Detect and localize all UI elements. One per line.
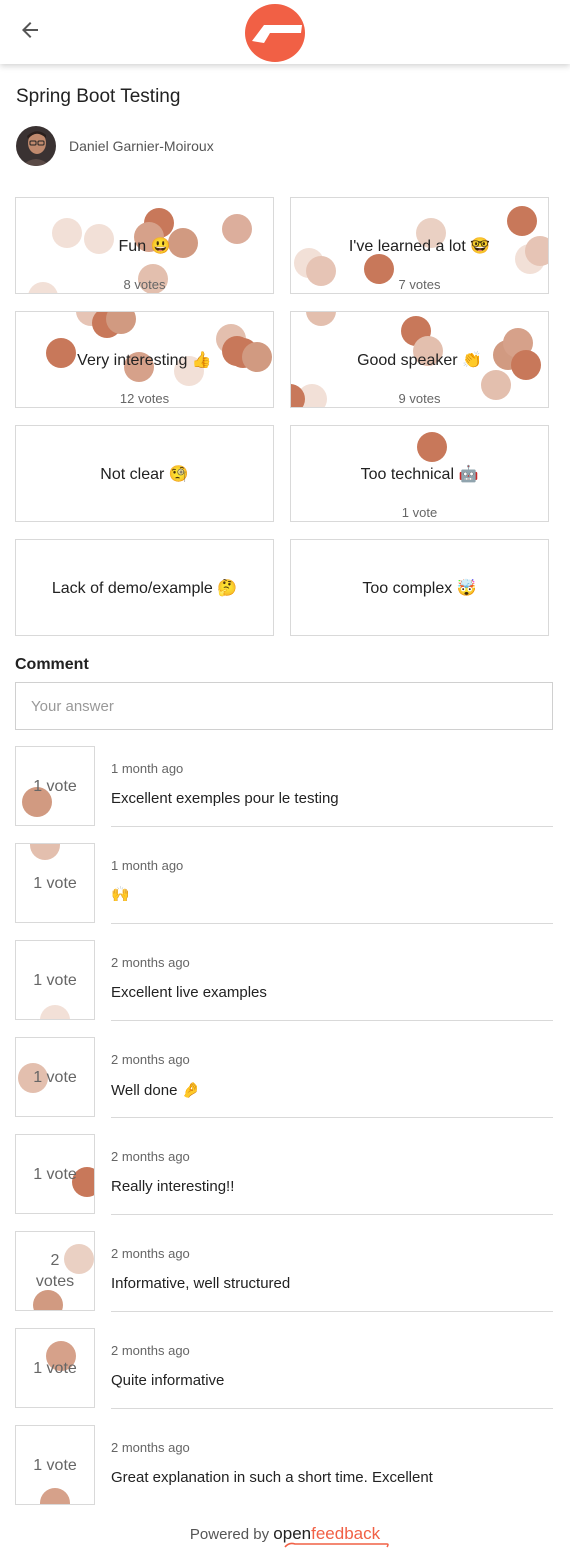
divider bbox=[111, 1117, 553, 1118]
vote-label: Lack of demo/example 🤔 bbox=[51, 580, 238, 597]
comment-vote-count: 2 votes bbox=[35, 1252, 75, 1290]
vote-count: 1 vote bbox=[401, 505, 438, 520]
comment-time: 2 months ago bbox=[111, 1246, 190, 1261]
comment-time: 2 months ago bbox=[111, 955, 190, 970]
divider bbox=[111, 1408, 553, 1409]
comment-vote-button[interactable]: 1 vote bbox=[15, 1037, 95, 1117]
vote-count: 7 votes bbox=[398, 277, 441, 292]
comment-vote-count: 1 vote bbox=[33, 1068, 77, 1086]
comment-vote-count: 1 vote bbox=[33, 1165, 77, 1183]
speaker[interactable]: Daniel Garnier-Moiroux bbox=[16, 126, 214, 166]
comment-time: 2 months ago bbox=[111, 1149, 190, 1164]
vote-very-interesting[interactable]: Very interesting 👍 12 votes bbox=[15, 311, 274, 408]
openfeedback-logo-icon[interactable] bbox=[244, 3, 306, 63]
comment-heading: Comment bbox=[15, 656, 89, 673]
comment-vote-count: 1 vote bbox=[33, 777, 77, 795]
divider bbox=[111, 826, 553, 827]
openfeedback-link[interactable]: openfeedback bbox=[273, 1524, 390, 1548]
comment-vote-count: 1 vote bbox=[33, 971, 77, 989]
comment-time: 2 months ago bbox=[111, 1052, 190, 1067]
vote-not-clear[interactable]: Not clear 🧐 bbox=[15, 425, 274, 522]
comment-text: Excellent exemples pour le testing bbox=[111, 790, 339, 807]
comment-vote-button[interactable]: 1 vote bbox=[15, 746, 95, 826]
comment-time: 1 month ago bbox=[111, 761, 184, 776]
comment-vote-button[interactable]: 1 vote bbox=[15, 940, 95, 1020]
comment-text: Great explanation in such a short time. … bbox=[111, 1469, 433, 1486]
comment-vote-button[interactable]: 2 votes bbox=[15, 1231, 95, 1311]
speaker-name: Daniel Garnier-Moiroux bbox=[69, 138, 214, 154]
talk-title: Spring Boot Testing bbox=[16, 86, 181, 107]
comment-vote-count: 1 vote bbox=[33, 1456, 77, 1474]
divider bbox=[111, 1020, 553, 1021]
footer: Powered by openfeedback bbox=[0, 1524, 570, 1548]
divider bbox=[111, 1214, 553, 1215]
comment-text: Informative, well structured bbox=[111, 1275, 291, 1292]
comment-text: Well done 🤌 bbox=[111, 1082, 201, 1099]
comment-text: Really interesting!! bbox=[111, 1178, 235, 1195]
vote-label: Good speaker 👏 bbox=[357, 352, 482, 369]
comment-text: Excellent live examples bbox=[111, 984, 267, 1001]
comment-time: 1 month ago bbox=[111, 858, 184, 873]
vote-label: I've learned a lot 🤓 bbox=[348, 238, 491, 255]
vote-label: Fun 😃 bbox=[118, 238, 171, 255]
vote-good-speaker[interactable]: Good speaker 👏 9 votes bbox=[290, 311, 549, 408]
vote-fun[interactable]: Fun 😃 8 votes bbox=[15, 197, 274, 294]
comment-time: 2 months ago bbox=[111, 1343, 190, 1358]
divider bbox=[111, 1311, 553, 1312]
comment-vote-button[interactable]: 1 vote bbox=[15, 1134, 95, 1214]
powered-by-label: Powered by bbox=[189, 1526, 270, 1543]
avatar bbox=[16, 126, 56, 166]
comment-vote-count: 1 vote bbox=[33, 1359, 77, 1377]
comment-vote-count: 1 vote bbox=[33, 874, 77, 892]
divider bbox=[111, 923, 553, 924]
comment-vote-button[interactable]: 1 vote bbox=[15, 1328, 95, 1408]
vote-learned[interactable]: I've learned a lot 🤓 7 votes bbox=[290, 197, 549, 294]
vote-label: Too complex 🤯 bbox=[362, 580, 477, 597]
vote-lack-of-demo[interactable]: Lack of demo/example 🤔 bbox=[15, 539, 274, 636]
vote-label: Not clear 🧐 bbox=[100, 466, 189, 483]
comment-input[interactable] bbox=[15, 682, 553, 730]
vote-count: 9 votes bbox=[398, 391, 441, 406]
brand-underline-icon bbox=[284, 1542, 390, 1548]
vote-label: Too technical 🤖 bbox=[360, 466, 479, 483]
vote-too-complex[interactable]: Too complex 🤯 bbox=[290, 539, 549, 636]
arrow-left-icon[interactable] bbox=[18, 18, 42, 42]
top-app-bar bbox=[0, 0, 570, 64]
vote-count: 8 votes bbox=[123, 277, 166, 292]
comment-text: 🙌 bbox=[111, 886, 130, 903]
comment-text: Quite informative bbox=[111, 1372, 225, 1389]
vote-count: 12 votes bbox=[119, 391, 170, 406]
vote-label: Very interesting 👍 bbox=[77, 352, 212, 369]
vote-too-technical[interactable]: Too technical 🤖 1 vote bbox=[290, 425, 549, 522]
comment-vote-button[interactable]: 1 vote bbox=[15, 843, 95, 923]
comment-time: 2 months ago bbox=[111, 1440, 190, 1455]
comment-vote-button[interactable]: 1 vote bbox=[15, 1425, 95, 1505]
